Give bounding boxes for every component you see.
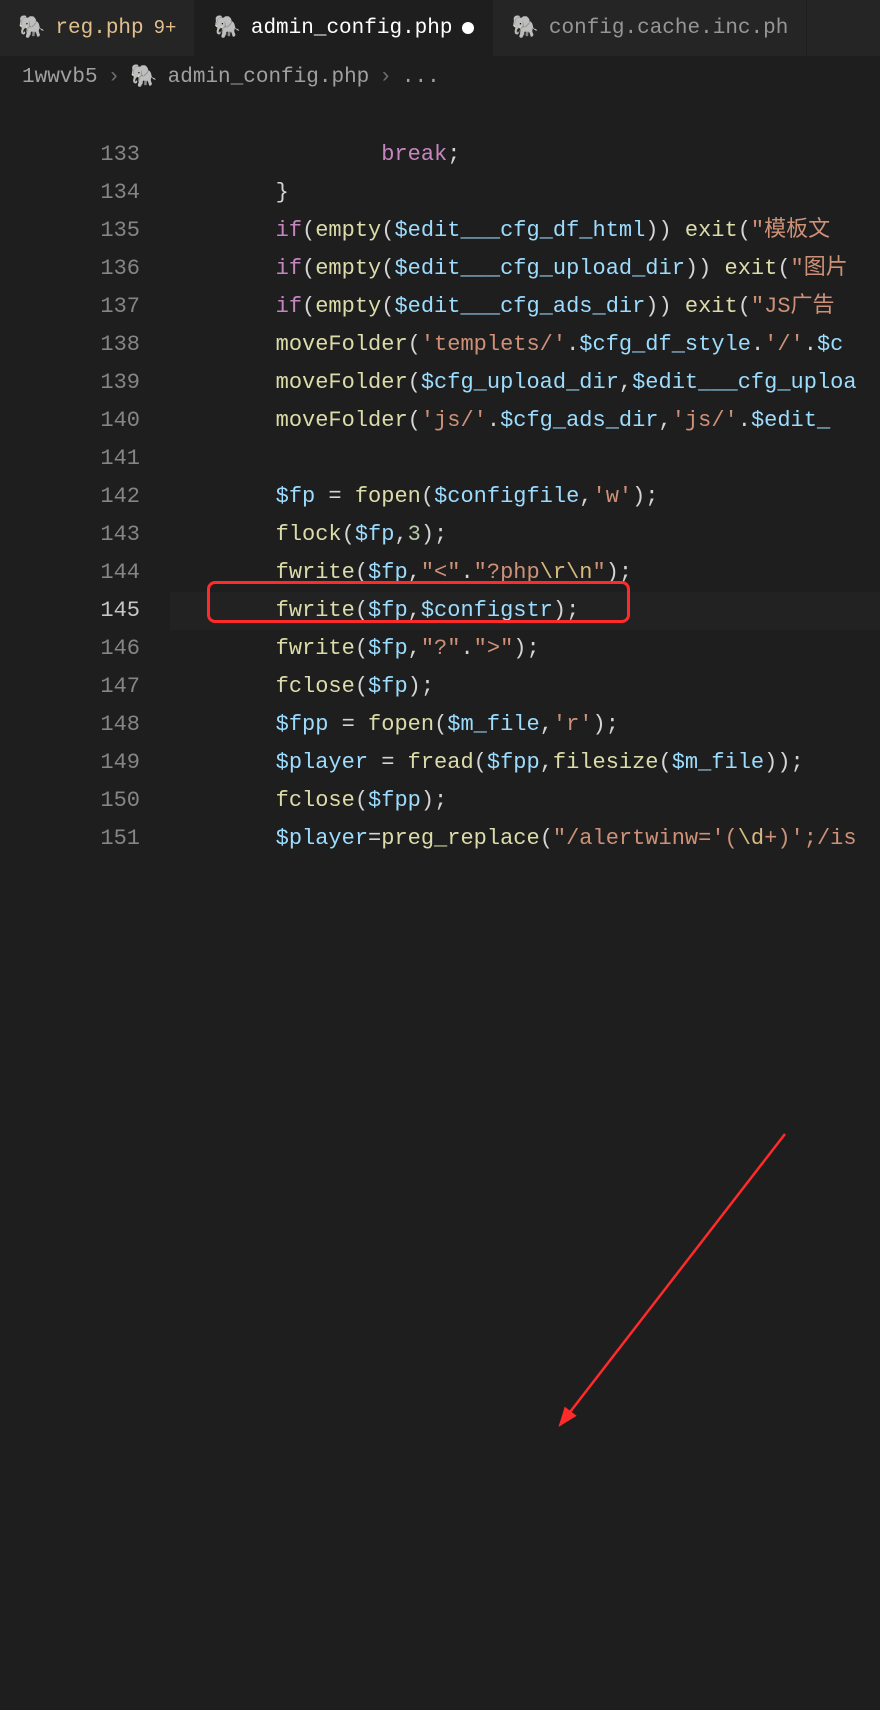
code-line[interactable]: $player=preg_replace("/alertwinw='(\d+)'… [170, 820, 880, 858]
line-number: 137 [0, 288, 140, 326]
tab-bar: 🐘 reg.php 9+ 🐘 admin_config.php 🐘 config… [0, 0, 880, 56]
breadcrumb-file[interactable]: admin_config.php [168, 66, 370, 89]
line-number: 150 [0, 782, 140, 820]
php-icon: 🐘 [18, 15, 45, 41]
line-number: 134 [0, 174, 140, 212]
code-line[interactable] [170, 98, 880, 136]
tab-badge: 9+ [154, 17, 177, 39]
code-area[interactable]: break; } if(empty($edit___cfg_df_html)) … [170, 98, 880, 858]
tab-label: config.cache.inc.ph [549, 17, 788, 40]
code-line[interactable]: } [170, 174, 880, 212]
code-line[interactable]: fwrite($fp,"<"."?php\r\n"); [170, 554, 880, 592]
code-line[interactable]: fwrite($fp,"?".">"); [170, 630, 880, 668]
breadcrumb-folder[interactable]: 1wwvb5 [22, 66, 98, 89]
tab-reg-php[interactable]: 🐘 reg.php 9+ [0, 0, 195, 56]
code-line[interactable]: moveFolder($cfg_upload_dir,$edit___cfg_u… [170, 364, 880, 402]
modified-dot-icon [462, 22, 474, 34]
line-number: 149 [0, 744, 140, 782]
line-number: 145 [0, 592, 140, 630]
code-line[interactable]: fclose($fpp); [170, 782, 880, 820]
line-number: 144 [0, 554, 140, 592]
code-line[interactable]: $fpp = fopen($m_file,'r'); [170, 706, 880, 744]
line-number: 151 [0, 820, 140, 858]
line-number: 133 [0, 136, 140, 174]
line-number: 139 [0, 364, 140, 402]
line-number [0, 98, 140, 136]
code-line[interactable]: moveFolder('templets/'.$cfg_df_style.'/'… [170, 326, 880, 364]
line-number: 135 [0, 212, 140, 250]
code-line[interactable]: if(empty($edit___cfg_upload_dir)) exit("… [170, 250, 880, 288]
code-line[interactable]: $fp = fopen($configfile,'w'); [170, 478, 880, 516]
php-icon: 🐘 [511, 15, 538, 41]
tab-config-cache-inc-php[interactable]: 🐘 config.cache.inc.ph [493, 0, 807, 56]
php-icon: 🐘 [213, 15, 240, 41]
code-line[interactable]: $player = fread($fpp,filesize($m_file)); [170, 744, 880, 782]
chevron-right-icon: › [108, 66, 121, 89]
code-line[interactable]: break; [170, 136, 880, 174]
code-editor[interactable]: 1331341351361371381391401411421431441451… [0, 98, 880, 858]
code-line[interactable]: moveFolder('js/'.$cfg_ads_dir,'js/'.$edi… [170, 402, 880, 440]
line-number: 148 [0, 706, 140, 744]
line-number: 143 [0, 516, 140, 554]
line-number: 142 [0, 478, 140, 516]
tab-label: admin_config.php [251, 17, 453, 40]
code-line[interactable] [170, 440, 880, 478]
php-icon: 🐘 [130, 64, 157, 90]
tab-label: reg.php [55, 17, 143, 40]
code-line[interactable]: flock($fp,3); [170, 516, 880, 554]
breadcrumb-trailing[interactable]: ... [402, 66, 440, 89]
tab-admin-config-php[interactable]: 🐘 admin_config.php [195, 0, 493, 56]
breadcrumb: 1wwvb5 › 🐘 admin_config.php › ... [0, 56, 880, 98]
line-number: 140 [0, 402, 140, 440]
line-number: 146 [0, 630, 140, 668]
code-line[interactable]: if(empty($edit___cfg_ads_dir)) exit("JS广… [170, 288, 880, 326]
chevron-right-icon: › [379, 66, 392, 89]
code-line[interactable]: fwrite($fp,$configstr); [170, 592, 880, 630]
line-number: 136 [0, 250, 140, 288]
line-number: 141 [0, 440, 140, 478]
line-number: 147 [0, 668, 140, 706]
line-number-gutter: 1331341351361371381391401411421431441451… [0, 98, 170, 858]
line-number: 138 [0, 326, 140, 364]
annotation-arrow [0, 858, 880, 1710]
code-line[interactable]: fclose($fp); [170, 668, 880, 706]
code-line[interactable]: if(empty($edit___cfg_df_html)) exit("模板文 [170, 212, 880, 250]
